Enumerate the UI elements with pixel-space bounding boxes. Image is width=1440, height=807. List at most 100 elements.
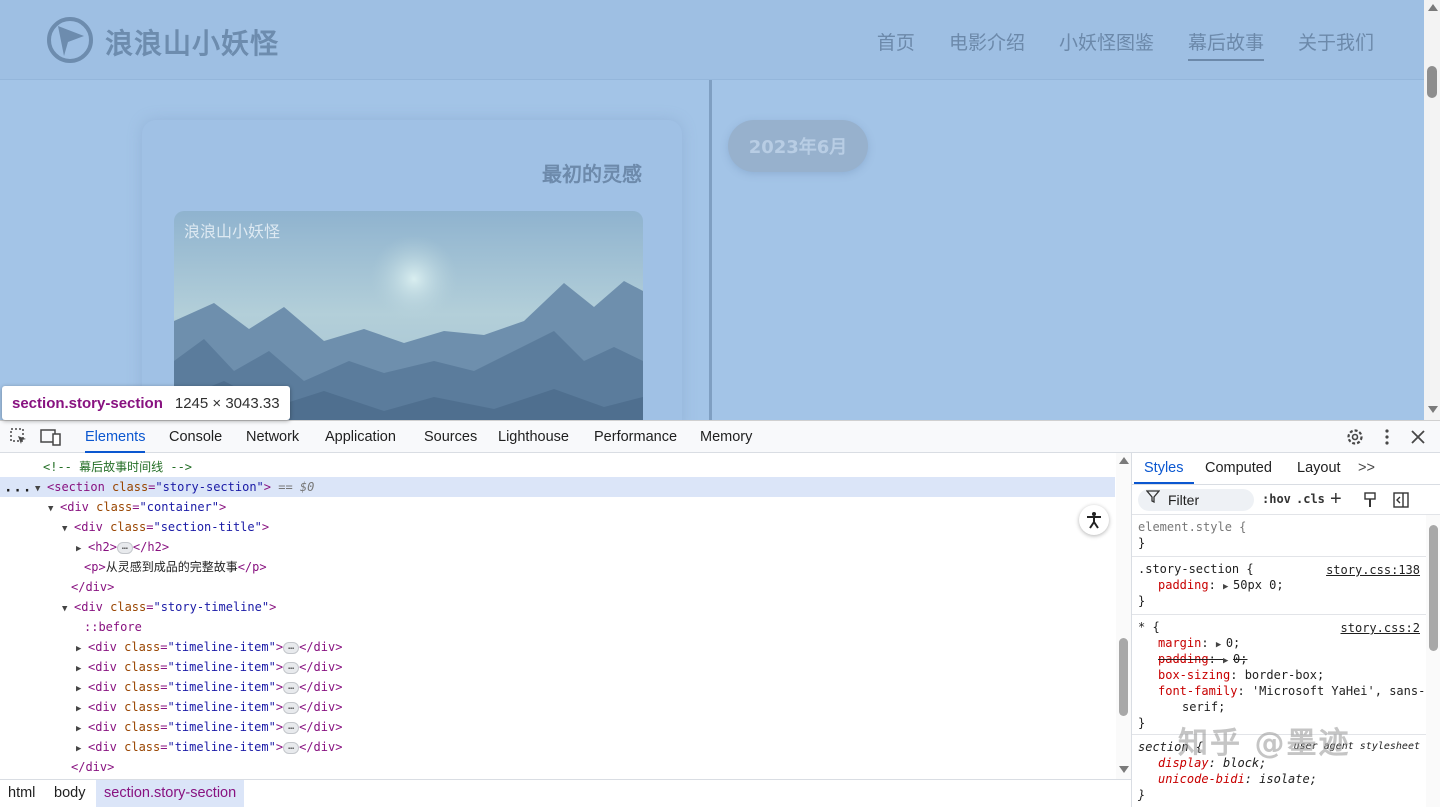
css-value[interactable]: serif; (1182, 700, 1225, 714)
dom-scrollbar[interactable] (1116, 453, 1131, 779)
nav-about-us[interactable]: 关于我们 (1298, 28, 1374, 61)
nav-behind-scenes[interactable]: 幕后故事 (1187, 28, 1264, 61)
close-icon[interactable] (1408, 427, 1428, 447)
dom-node-timeline-item[interactable]: ▶ <div class="timeline-item">… </div> (0, 737, 1115, 757)
css-prop-overridden[interactable]: padding (1158, 652, 1209, 666)
rule-selector: element.style { (1138, 520, 1247, 534)
nav-home[interactable]: 首页 (877, 28, 915, 61)
css-value[interactable]: 0; (1233, 652, 1247, 666)
css-value[interactable]: isolate; (1259, 772, 1317, 786)
tab-performance[interactable]: Performance (594, 421, 677, 453)
paint-brush-icon[interactable] (1362, 492, 1378, 508)
rule-source-link[interactable]: story.css:2 (1341, 621, 1420, 635)
dom-node-h2[interactable]: ▶ <h2>… </h2> (0, 537, 1115, 557)
settings-gear-icon[interactable] (1345, 427, 1365, 447)
dom-node-timeline-item[interactable]: ▶ <div class="timeline-item">… </div> (0, 657, 1115, 677)
dom-node-timeline-item[interactable]: ▶ <div class="timeline-item">… </div> (0, 697, 1115, 717)
tooltip-selector: section.story-section (12, 394, 163, 412)
tab-layout[interactable]: Layout (1297, 453, 1341, 484)
accessibility-tree-icon[interactable] (1079, 505, 1109, 535)
scroll-up-arrow-icon[interactable] (1119, 457, 1129, 464)
css-value[interactable]: 'Microsoft YaHei', sans- (1252, 684, 1425, 698)
styles-scroll-thumb[interactable] (1429, 525, 1438, 651)
add-rule-icon[interactable]: + (1330, 488, 1342, 511)
breadcrumb-html[interactable]: html (0, 780, 43, 807)
logo-icon[interactable] (46, 16, 94, 64)
page-scroll-thumb[interactable] (1427, 66, 1437, 98)
more-options-icon[interactable] (1377, 427, 1397, 447)
nav-movie-intro[interactable]: 电影介绍 (949, 28, 1025, 61)
css-prop[interactable]: padding (1158, 578, 1209, 592)
dom-node-p[interactable]: <p>从灵感到成品的完整故事</p> (0, 557, 1115, 577)
rule-universal[interactable]: * { story.css:2 margin: ▶ 0; padding: ▶ 0;… (1132, 615, 1426, 735)
dom-node-timeline-item[interactable]: ▶ <div class="timeline-item">… </div> (0, 677, 1115, 697)
rule-close: } (1138, 594, 1146, 608)
rule-story-section[interactable]: .story-section { story.css:138 padding: … (1132, 557, 1426, 615)
dom-scroll-thumb[interactable] (1119, 638, 1128, 716)
rule-selector: * { (1138, 620, 1160, 634)
tab-console[interactable]: Console (169, 421, 222, 453)
dom-node-story-timeline[interactable]: ▼ <div class="story-timeline"> (0, 597, 1115, 617)
css-value[interactable]: 50px 0; (1233, 578, 1284, 592)
inspect-element-icon[interactable] (9, 427, 29, 447)
hover-state-button[interactable]: :hov (1262, 492, 1291, 506)
site-name[interactable]: 浪浪山小妖怪 (105, 22, 279, 62)
dom-node-container[interactable]: ▼ <div class="container"> (0, 497, 1115, 517)
styles-scrollbar[interactable] (1426, 515, 1440, 807)
dom-close-div[interactable]: </div> (0, 757, 1115, 777)
timeline-card: 最初的灵感 浪浪山小妖怪 (142, 120, 682, 420)
more-tabs-icon[interactable]: >> (1358, 453, 1375, 484)
tab-elements[interactable]: Elements (85, 421, 146, 453)
image-caption: 浪浪山小妖怪 (184, 222, 280, 241)
dom-pseudo-before[interactable]: ::before (0, 617, 1115, 637)
nav-monster-guide[interactable]: 小妖怪图鉴 (1059, 28, 1154, 61)
dom-node-timeline-item[interactable]: ▶ <div class="timeline-item">… </div> (0, 717, 1115, 737)
css-value[interactable]: 0; (1226, 636, 1240, 650)
device-toolbar-icon[interactable] (40, 427, 61, 447)
scroll-up-arrow-icon[interactable] (1428, 4, 1438, 11)
css-value[interactable]: block; (1223, 756, 1266, 770)
page-scrollbar[interactable] (1424, 0, 1440, 420)
devtools-toolbar: Elements Console Network Application Sou… (0, 421, 1440, 453)
node-actions-icon[interactable]: ··· (4, 483, 32, 499)
rule-user-agent-section[interactable]: section { user agent stylesheet display:… (1132, 735, 1426, 807)
rule-selector: section { (1138, 740, 1204, 754)
devtools-panel: Elements Console Network Application Sou… (0, 420, 1440, 807)
rule-source-link[interactable]: story.css:138 (1326, 563, 1420, 577)
tab-lighthouse[interactable]: Lighthouse (498, 421, 569, 453)
date-badge: 2023年6月 (728, 120, 868, 172)
timeline-line (709, 80, 712, 420)
dom-node-section-title[interactable]: ▼ <div class="section-title"> (0, 517, 1115, 537)
dom-tree[interactable]: <!-- 幕后故事时间线 --> ▼ <section class="story-… (0, 453, 1131, 779)
css-rules[interactable]: element.style { } .story-section { story… (1132, 515, 1426, 807)
css-prop[interactable]: font-family (1158, 684, 1237, 698)
page-viewport: 浪浪山小妖怪 首页 电影介绍 小妖怪图鉴 幕后故事 关于我们 最初的灵感 浪浪山… (0, 0, 1424, 420)
scroll-down-arrow-icon[interactable] (1119, 766, 1129, 773)
breadcrumb-section[interactable]: section.story-section (96, 780, 245, 807)
rule-element-style[interactable]: element.style { } (1132, 515, 1426, 557)
css-value[interactable]: border-box; (1245, 668, 1324, 682)
rule-selector: .story-section { (1138, 562, 1254, 576)
rule-source-label: user agent stylesheet (1293, 741, 1420, 752)
toggle-sidebar-icon[interactable] (1393, 492, 1409, 508)
rule-close: } (1138, 536, 1146, 550)
dom-close-div[interactable]: </div> (0, 577, 1115, 597)
dom-comment[interactable]: <!-- 幕后故事时间线 --> (0, 457, 1115, 477)
tab-styles[interactable]: Styles (1134, 453, 1194, 484)
dom-node-section-selected[interactable]: ▼ <section class="story-section"> == $0 (0, 477, 1115, 497)
css-prop[interactable]: margin (1158, 636, 1201, 650)
filter-icon (1146, 490, 1160, 503)
tab-sources[interactable]: Sources (424, 421, 477, 453)
tab-application[interactable]: Application (325, 421, 396, 453)
tab-computed[interactable]: Computed (1205, 453, 1272, 484)
dom-node-timeline-item[interactable]: ▶ <div class="timeline-item">… </div> (0, 637, 1115, 657)
tab-network[interactable]: Network (246, 421, 299, 453)
breadcrumb-body[interactable]: body (46, 780, 93, 807)
class-toggle-button[interactable]: .cls (1296, 492, 1325, 506)
tab-memory[interactable]: Memory (700, 421, 752, 453)
css-prop[interactable]: box-sizing (1158, 668, 1230, 682)
scroll-down-arrow-icon[interactable] (1428, 406, 1438, 413)
site-nav: 首页 电影介绍 小妖怪图鉴 幕后故事 关于我们 (843, 28, 1374, 61)
css-prop[interactable]: display (1158, 756, 1209, 770)
css-prop[interactable]: unicode-bidi (1158, 772, 1245, 786)
